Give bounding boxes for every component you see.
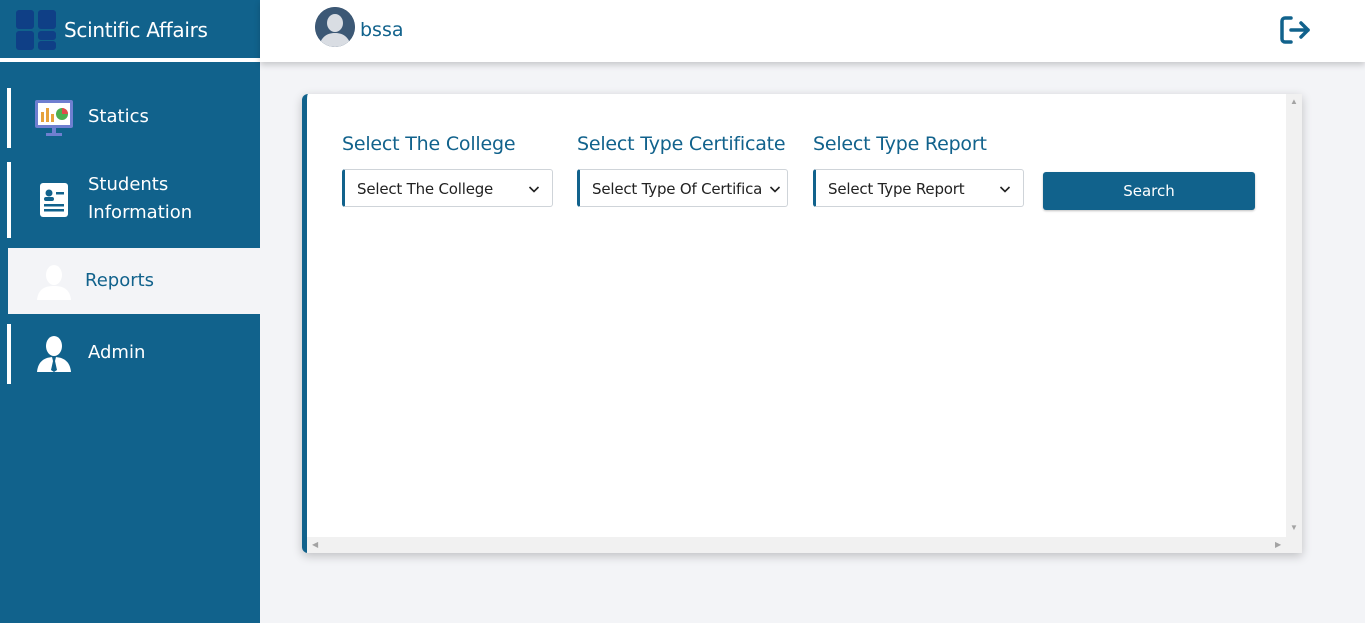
- college-label: Select The College: [342, 133, 516, 155]
- app-logo-icon: [16, 10, 58, 50]
- sidebar-item-admin[interactable]: Admin: [7, 324, 260, 384]
- sidebar-item-statics[interactable]: Statics: [7, 88, 260, 148]
- report-filter-panel: Select The College Select The College Se…: [302, 94, 1302, 553]
- report-type-select-value: Select Type Report: [828, 180, 965, 198]
- college-select-value: Select The College: [357, 180, 494, 198]
- scroll-down-icon[interactable]: ▼: [1290, 524, 1298, 532]
- brand-divider: [0, 58, 260, 62]
- certificate-select[interactable]: Select Type Of Certificate: [577, 169, 788, 207]
- brand: Scintific Affairs: [0, 0, 260, 58]
- report-type-label: Select Type Report: [813, 133, 987, 155]
- report-type-select[interactable]: Select Type Report: [813, 169, 1024, 207]
- sidebar-item-label: Statics: [88, 106, 149, 127]
- id-card-icon: [33, 180, 75, 222]
- horizontal-scrollbar[interactable]: ◀ ▶: [307, 537, 1302, 553]
- logout-icon[interactable]: [1279, 14, 1313, 46]
- chevron-down-icon: [528, 182, 540, 194]
- vertical-scrollbar[interactable]: ▲ ▼: [1286, 94, 1302, 537]
- scroll-up-icon[interactable]: ▲: [1290, 98, 1298, 106]
- user-avatar-icon[interactable]: [315, 7, 355, 47]
- scroll-right-icon[interactable]: ▶: [1275, 541, 1281, 549]
- college-select[interactable]: Select The College: [342, 169, 553, 207]
- topbar: bssa: [260, 0, 1365, 62]
- sidebar: Scintific Affairs Statics Students Infor…: [0, 0, 260, 623]
- user-silhouette-icon: [33, 262, 75, 304]
- chevron-down-icon: [999, 182, 1011, 194]
- scroll-left-icon[interactable]: ◀: [312, 541, 318, 549]
- sidebar-item-label-line1: Students: [88, 174, 169, 195]
- sidebar-item-label-line2: Information: [88, 202, 193, 223]
- certificate-label: Select Type Certificate: [577, 133, 786, 155]
- user-suit-icon: [33, 334, 75, 376]
- search-button[interactable]: Search: [1043, 172, 1255, 210]
- sidebar-item-label: Admin: [88, 342, 146, 363]
- sidebar-item-reports[interactable]: Reports: [4, 248, 260, 314]
- username[interactable]: bssa: [360, 19, 404, 41]
- brand-title: Scintific Affairs: [64, 18, 208, 42]
- chevron-down-icon: [761, 182, 787, 194]
- presentation-chart-icon: [33, 98, 75, 140]
- sidebar-item-students-information[interactable]: Students Information: [7, 162, 260, 238]
- certificate-select-value: Select Type Of Certificate: [592, 180, 777, 198]
- sidebar-item-label: Reports: [85, 270, 155, 291]
